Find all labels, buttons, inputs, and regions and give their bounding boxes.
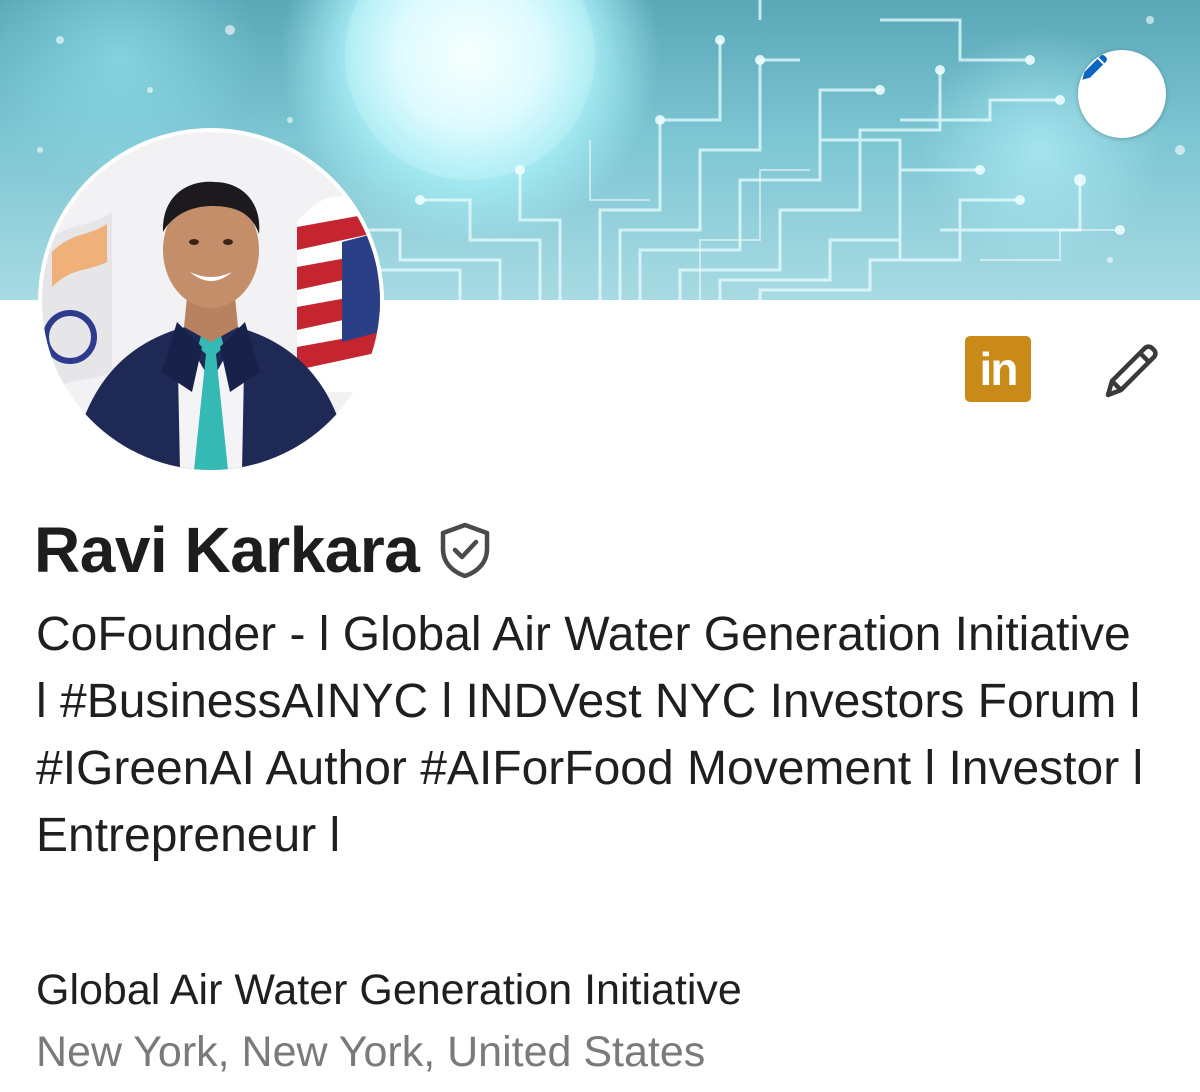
edit-profile-button[interactable] bbox=[1100, 338, 1164, 402]
current-company[interactable]: Global Air Water Generation Initiative bbox=[36, 966, 742, 1015]
name-row: Ravi Karkara bbox=[34, 512, 491, 588]
profile-location: New York, New York, United States bbox=[36, 1028, 706, 1076]
avatar bbox=[42, 132, 380, 470]
profile-photo[interactable] bbox=[38, 128, 384, 474]
pencil-icon bbox=[1105, 344, 1158, 398]
linkedin-icon: in bbox=[979, 343, 1019, 395]
profile-name: Ravi Karkara bbox=[34, 514, 420, 586]
verified-shield-icon[interactable] bbox=[439, 522, 491, 578]
pencil-icon bbox=[1082, 55, 1107, 80]
profile-headline: CoFounder - l Global Air Water Generatio… bbox=[36, 608, 1144, 862]
linkedin-badge-button[interactable]: in bbox=[965, 336, 1031, 402]
edit-banner-button[interactable] bbox=[1078, 50, 1166, 138]
